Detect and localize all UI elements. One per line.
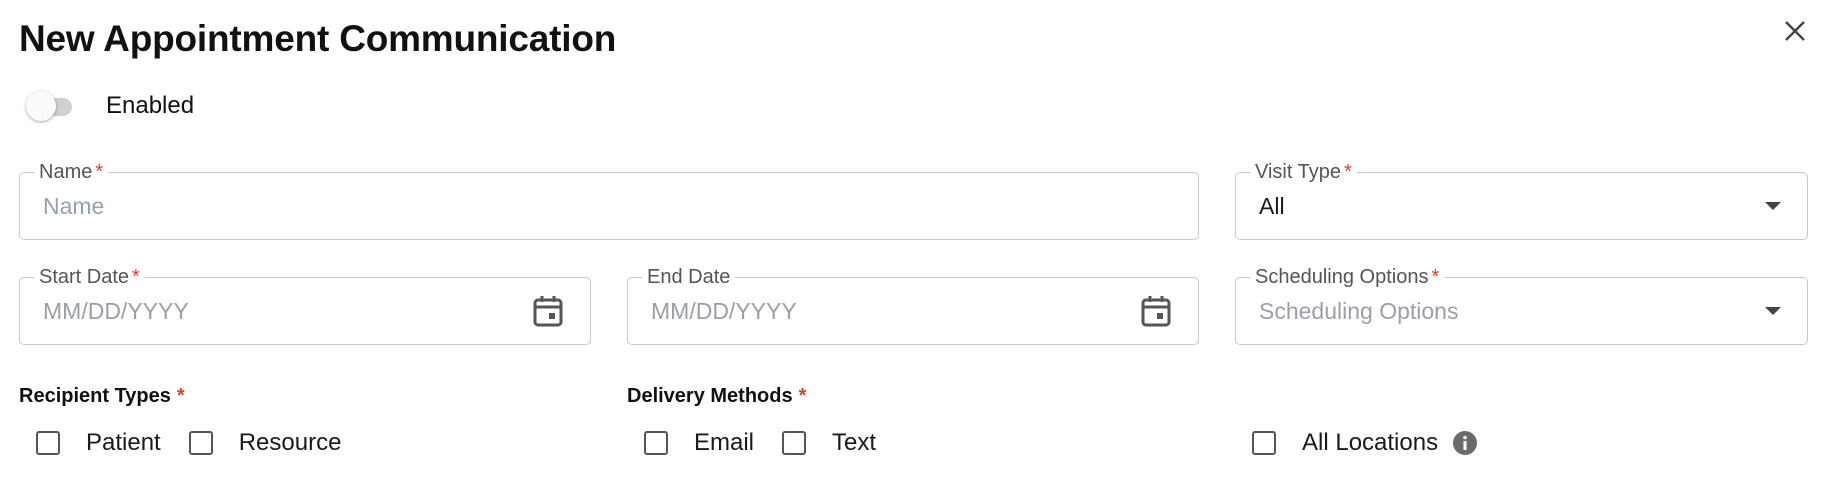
toggle-thumb [26, 91, 56, 121]
resource-checkbox-label: Resource [238, 429, 342, 456]
all-locations-checkbox[interactable] [1252, 431, 1276, 455]
visit-type-value: All [1259, 192, 1285, 219]
info-icon[interactable] [1452, 430, 1478, 456]
scheduling-options-placeholder: Scheduling Options [1259, 297, 1459, 324]
start-date-field[interactable]: Start Date * [19, 265, 591, 345]
text-checkbox[interactable] [782, 431, 807, 455]
recipient-types-options: Patient Resource [36, 428, 341, 458]
locations-options: All Locations [1252, 428, 1478, 458]
text-checkbox-label: Text [832, 429, 877, 456]
visit-type-select[interactable]: Visit Type * All [1235, 160, 1808, 240]
name-input[interactable] [43, 173, 868, 239]
close-icon[interactable] [1780, 16, 1810, 46]
recipient-types-heading: Recipient Types * [19, 385, 185, 407]
email-checkbox-label: Email [694, 429, 755, 456]
patient-checkbox-label: Patient [86, 429, 161, 456]
end-date-field[interactable]: End Date [627, 265, 1199, 345]
patient-checkbox[interactable] [36, 431, 60, 455]
calendar-icon[interactable] [1140, 294, 1172, 328]
chevron-down-icon[interactable] [1765, 307, 1781, 315]
delivery-methods-heading: Delivery Methods * [627, 385, 807, 407]
all-locations-label: All Locations [1302, 429, 1439, 456]
delivery-methods-options: Email Text [644, 428, 876, 458]
enabled-toggle-row: Enabled [24, 88, 194, 124]
email-checkbox[interactable] [644, 431, 668, 455]
start-date-input[interactable] [43, 278, 442, 344]
resource-checkbox[interactable] [188, 431, 213, 455]
dialog-title: New Appointment Communication [19, 18, 617, 59]
end-date-input[interactable] [651, 278, 1050, 344]
scheduling-options-select[interactable]: Scheduling Options * Scheduling Options [1235, 265, 1808, 345]
chevron-down-icon[interactable] [1765, 202, 1781, 210]
enabled-label: Enabled [106, 92, 195, 119]
enabled-toggle[interactable] [24, 88, 78, 124]
calendar-icon[interactable] [532, 294, 564, 328]
name-field[interactable]: Name * [19, 160, 1199, 240]
